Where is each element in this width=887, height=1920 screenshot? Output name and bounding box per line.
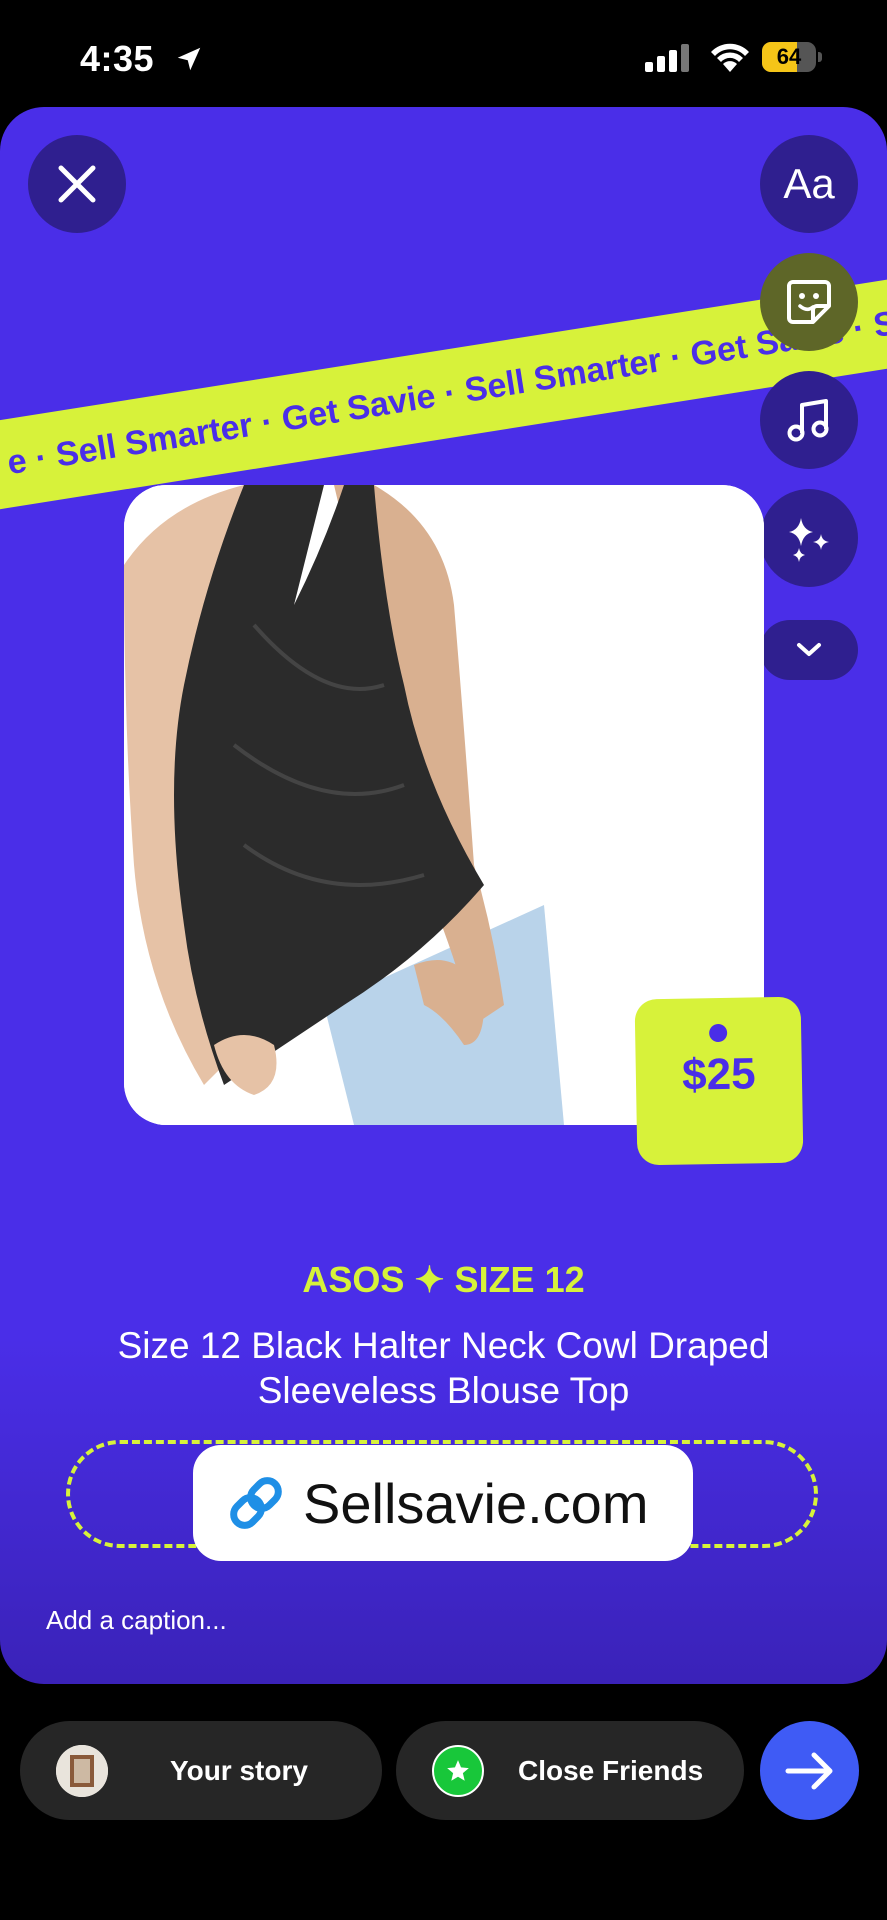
price-label: $25 xyxy=(681,1049,757,1100)
price-tag[interactable]: $25 xyxy=(634,996,804,1166)
chevron-down-icon xyxy=(797,643,821,656)
effects-button[interactable] xyxy=(760,489,858,587)
sparkles-icon xyxy=(789,518,829,562)
story-canvas: e · Sell Smarter · Get Savie · Sell Smar… xyxy=(0,107,887,1684)
your-story-button[interactable]: Your story xyxy=(20,1721,382,1820)
location-arrow-icon xyxy=(177,47,201,71)
close-button[interactable] xyxy=(28,135,126,233)
caption-input[interactable]: Add a caption... xyxy=(46,1605,227,1636)
battery-indicator: 64 xyxy=(762,42,822,72)
battery-level: 64 xyxy=(776,44,802,69)
avatar xyxy=(56,1745,108,1797)
promo-banner-text: e · Sell Smarter · Get Savie · Sell Smar… xyxy=(4,300,887,483)
link-icon xyxy=(230,1477,282,1529)
close-icon xyxy=(58,165,96,203)
link-sticker-text: Sellsavie.com xyxy=(303,1471,649,1535)
arrow-right-icon xyxy=(785,1752,832,1789)
wifi-icon xyxy=(711,43,749,72)
status-bar: 4:35 64 xyxy=(0,0,887,110)
music-button[interactable] xyxy=(760,371,858,469)
brand-size-label: ASOS ✦ SIZE 12 xyxy=(302,1259,585,1300)
product-title: Size 12 Black Halter Neck Cowl Draped Sl… xyxy=(117,1325,770,1411)
close-friends-button[interactable]: Close Friends xyxy=(396,1721,744,1820)
music-note-icon xyxy=(787,399,829,442)
cellular-signal-icon xyxy=(645,44,689,72)
text-tool-label: Aa xyxy=(783,160,835,207)
text-tool-button[interactable]: Aa xyxy=(760,135,858,233)
link-sticker[interactable]: Sellsavie.com xyxy=(193,1445,693,1561)
sticker-icon xyxy=(787,280,831,324)
your-story-label: Your story xyxy=(170,1755,308,1786)
sticker-button[interactable] xyxy=(760,253,858,351)
promo-banner[interactable]: e · Sell Smarter · Get Savie · Sell Smar… xyxy=(0,265,887,517)
status-time: 4:35 xyxy=(80,38,155,79)
send-button[interactable] xyxy=(760,1721,859,1820)
price-tag-hole xyxy=(709,1023,728,1043)
close-friends-label: Close Friends xyxy=(518,1755,704,1786)
close-friends-star-icon xyxy=(432,1745,484,1797)
more-tools-button[interactable] xyxy=(760,620,858,680)
